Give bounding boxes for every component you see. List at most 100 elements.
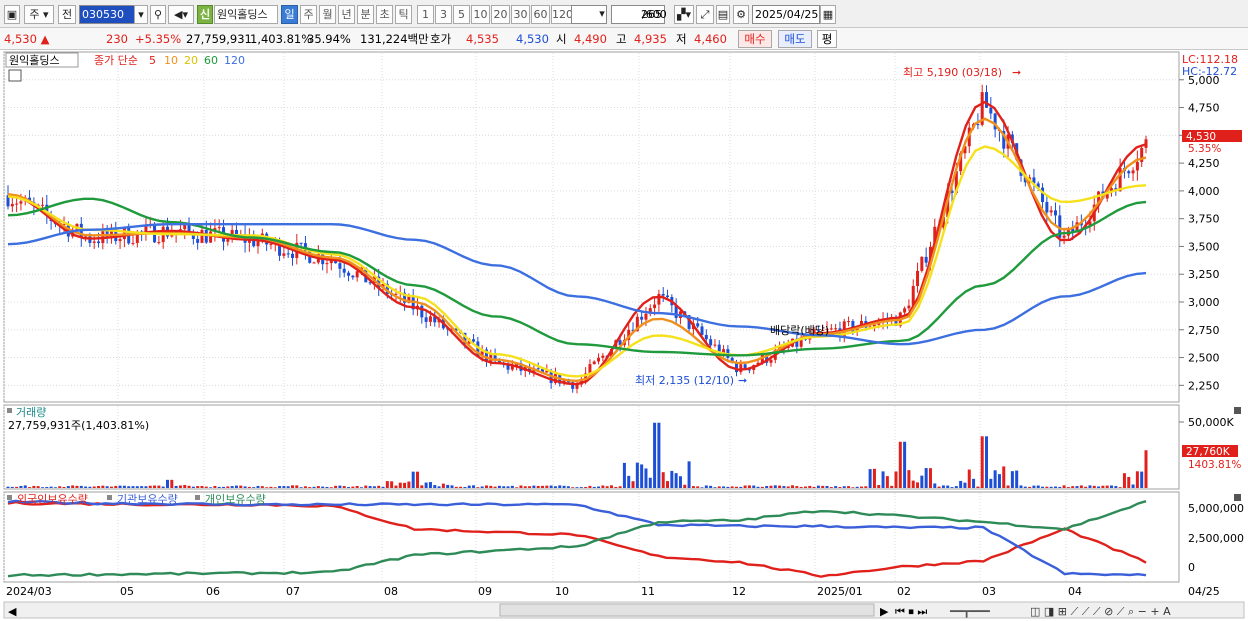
volume-bar <box>135 486 139 488</box>
volume-bar <box>1015 470 1019 488</box>
tick-button-20[interactable]: 20 <box>491 5 510 24</box>
volume-bar <box>911 480 915 488</box>
tick-button-60[interactable]: 60 <box>531 5 550 24</box>
volume-bar <box>217 486 221 488</box>
volume-bar <box>545 485 549 488</box>
period-button-5[interactable]: 초 <box>376 5 393 24</box>
volume-bar <box>1114 486 1118 488</box>
code-dropdown-icon[interactable]: ▾ <box>134 5 148 24</box>
volume-bar <box>903 441 907 488</box>
table-icon[interactable] <box>8 69 22 82</box>
volume-bar <box>385 481 389 488</box>
holding-y-tick-2: 2,500,000 <box>1188 532 1244 545</box>
eval-button[interactable]: 평 <box>817 30 837 48</box>
volume-bar <box>928 468 932 488</box>
tick-button-1[interactable]: 1 <box>417 5 434 24</box>
volume-bar <box>178 485 182 488</box>
candle-body <box>282 253 286 256</box>
volume-bar <box>825 485 829 488</box>
volume-bar <box>1041 486 1045 488</box>
search-icon[interactable]: ⚲ <box>150 5 166 24</box>
volume-bar <box>1140 471 1144 488</box>
candle-body <box>640 316 644 320</box>
volume-bar <box>226 486 230 488</box>
candle-body <box>92 241 96 243</box>
volume-bar <box>1049 486 1053 488</box>
volume-bar <box>562 485 566 488</box>
stock-code-input[interactable]: 030530 <box>79 5 137 24</box>
draw-tool-icon[interactable]: ⤢ <box>696 5 714 24</box>
sound-icon[interactable]: ◀▾ <box>168 5 194 24</box>
volume-bar <box>437 486 441 488</box>
volume-bar <box>127 486 131 488</box>
period-button-2[interactable]: 월 <box>319 5 336 24</box>
tick-button-5[interactable]: 5 <box>453 5 470 24</box>
sell-button[interactable]: 매도 <box>778 30 812 48</box>
x-axis-label: 06 <box>206 585 220 598</box>
holding-close-icon[interactable] <box>1234 494 1241 501</box>
chart-area[interactable]: 5,0004,7504,5004,2504,0003,7503,5003,250… <box>0 50 1248 621</box>
candle-body <box>709 339 713 346</box>
scroll-thumb[interactable] <box>499 603 875 617</box>
volume-bar <box>635 462 639 488</box>
candle-body <box>666 295 670 298</box>
tick-button-3[interactable]: 3 <box>435 5 452 24</box>
blank-dropdown-icon[interactable]: ▾ <box>596 5 608 24</box>
playback-controls-icon[interactable]: ⏮ ⏹ ⏭ <box>895 605 927 618</box>
buy-button[interactable]: 매수 <box>738 30 772 48</box>
volume-bar <box>316 486 320 488</box>
volume-bar <box>329 487 333 488</box>
period-button-6[interactable]: 틱 <box>395 5 412 24</box>
legend-sep-icon-1 <box>107 495 112 500</box>
volume-bar <box>265 487 269 488</box>
volume-bar <box>868 469 872 488</box>
save-icon[interactable]: ▤ <box>716 5 730 24</box>
volume-bar <box>407 481 411 488</box>
volume-bar <box>299 487 303 488</box>
volume-bar <box>269 486 273 488</box>
volume-bar <box>23 485 27 488</box>
period-button-3[interactable]: 년 <box>338 5 355 24</box>
view-tools-icon[interactable]: ◫ ◨ ⊞ ⟋ ⟋ ⟋ ⊘ ⟋ ⌕ − + A <box>1030 605 1171 618</box>
candle-body <box>739 364 743 373</box>
volume-bar <box>381 486 385 488</box>
calendar-icon[interactable]: ▦ <box>820 5 836 24</box>
tick-button-30[interactable]: 30 <box>511 5 530 24</box>
ma60-legend: 60 <box>204 54 218 67</box>
zoom-slider-icon[interactable]: ━━┳━━━ <box>949 605 990 618</box>
volume-bar <box>467 485 471 488</box>
candle-body <box>299 242 303 244</box>
volume-bar <box>765 486 769 488</box>
gear-icon[interactable]: ⚙ <box>733 5 749 24</box>
candle-body <box>10 203 14 207</box>
volume-bar <box>101 485 105 488</box>
volume-close-icon[interactable] <box>1234 407 1241 414</box>
y-tick-label: 2,500 <box>1188 352 1220 365</box>
scroll-left-icon[interactable]: ◀ <box>8 605 17 618</box>
window-menu-icon[interactable]: ▣ <box>4 5 20 24</box>
volume-bar <box>71 485 75 488</box>
candle-body <box>976 124 980 126</box>
volume-bar <box>997 474 1001 488</box>
volume-bar <box>32 485 36 488</box>
volume-bar <box>131 486 135 488</box>
period-button-0[interactable]: 일 <box>281 5 298 24</box>
tick-button-10[interactable]: 10 <box>471 5 490 24</box>
chart-type-icon[interactable]: ▞▾ <box>674 5 694 24</box>
period-button-1[interactable]: 주 <box>300 5 317 24</box>
market-button[interactable]: 주 ▾ <box>24 5 54 24</box>
volume-bar <box>351 486 355 488</box>
volume-current-pct: 1403.81% <box>1188 459 1241 471</box>
volume-bar <box>506 486 510 488</box>
market-select[interactable]: 전 <box>58 5 76 24</box>
period-button-4[interactable]: 분 <box>357 5 374 24</box>
toolbar: ▣ 주 ▾ 전 030530 ▾ ⚲ ◀▾ 신 원익홀딩스 일주월년분초틱 13… <box>0 0 1248 28</box>
date-input[interactable]: 2025/04/25 <box>752 5 820 24</box>
high-price: 4,935 <box>634 32 667 46</box>
volume-bar <box>579 487 583 488</box>
tick-button-120[interactable]: 120 <box>551 5 573 24</box>
scroll-right-icon[interactable]: ▶ <box>880 605 889 618</box>
candle-body <box>700 326 704 335</box>
volume-bar <box>666 481 670 488</box>
volume-bar <box>49 486 53 488</box>
